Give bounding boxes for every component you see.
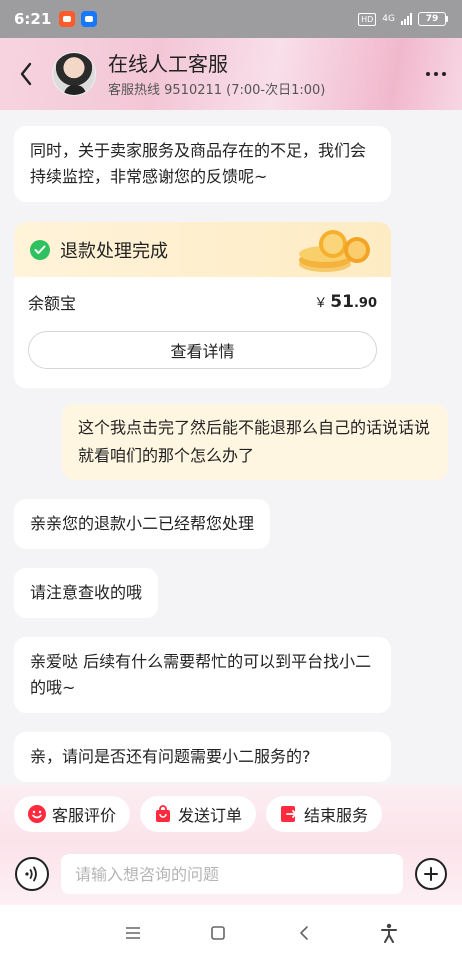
more-actions-button[interactable] bbox=[415, 858, 447, 890]
refund-method: 余额宝 bbox=[28, 294, 77, 313]
send-order-button[interactable]: 发送订单 bbox=[140, 796, 257, 832]
menu-button[interactable] bbox=[113, 913, 153, 953]
more-dot-icon bbox=[426, 72, 430, 76]
alipay-app-icon bbox=[81, 11, 98, 27]
send-order-label: 发送订单 bbox=[178, 806, 243, 825]
message-input[interactable] bbox=[61, 854, 403, 894]
hd-badge: HD bbox=[358, 12, 377, 26]
voice-input-button[interactable] bbox=[15, 857, 49, 891]
chat-header: 在线人工客服 客服热线 9510211 (7:00-次日1:00) bbox=[0, 38, 462, 110]
system-back-button[interactable] bbox=[284, 913, 324, 953]
refund-amount: ￥ 51 .90 bbox=[314, 292, 377, 312]
input-bar bbox=[0, 843, 462, 905]
agent-message: 同时，关于卖家服务及商品存在的不足，我们会持续监控，非常感谢您的反馈呢~ bbox=[14, 126, 391, 202]
more-options-button[interactable] bbox=[410, 38, 462, 110]
currency-symbol: ￥ bbox=[314, 296, 328, 311]
refund-detail-row: 余额宝 ￥ 51 .90 bbox=[14, 277, 391, 327]
status-time: 6:21 bbox=[14, 10, 52, 28]
shopping-bag-icon bbox=[154, 805, 172, 823]
refund-status-title: 退款处理完成 bbox=[60, 240, 168, 262]
voice-wave-icon bbox=[25, 866, 37, 882]
smile-icon bbox=[28, 805, 46, 823]
chevron-left-icon bbox=[20, 62, 32, 86]
accessibility-button[interactable] bbox=[369, 913, 409, 953]
refund-card-header: 退款处理完成 bbox=[14, 222, 391, 277]
amount-decimal: .90 bbox=[353, 296, 377, 311]
hotline-text: 客服热线 9510211 (7:00-次日1:00) bbox=[108, 82, 326, 98]
agent-message: 亲，请问是否还有问题需要小二服务的? bbox=[14, 732, 391, 782]
view-details-button[interactable]: 查看详情 bbox=[28, 331, 377, 369]
gold-coins-icon bbox=[299, 230, 370, 272]
user-message: 这个我点击完了然后能不能退那么自己的话说话说就看咱们的那个怎么办了 bbox=[62, 404, 448, 480]
system-nav-bar bbox=[0, 905, 462, 960]
agent-message: 请注意查收的哦 bbox=[14, 568, 159, 618]
refund-card: 退款处理完成 余额宝 ￥ 51 .90 查看详情 bbox=[14, 222, 391, 388]
plus-icon bbox=[424, 867, 438, 881]
status-bar: 6:21 HD 4G 79 bbox=[0, 0, 462, 38]
agent-message: 亲亲您的退款小二已经帮您处理 bbox=[14, 499, 271, 549]
taobao-app-icon bbox=[59, 11, 76, 27]
more-dot-icon bbox=[442, 72, 446, 76]
network-type: 4G bbox=[382, 14, 395, 24]
end-service-button[interactable]: 结束服务 bbox=[266, 796, 383, 832]
quick-actions-bar: 客服评价 发送订单 结束服务 bbox=[0, 785, 462, 843]
home-square-icon bbox=[211, 925, 226, 940]
rate-service-label: 客服评价 bbox=[52, 806, 117, 825]
agent-avatar[interactable] bbox=[52, 52, 96, 96]
exit-icon bbox=[280, 805, 298, 823]
home-button[interactable] bbox=[198, 913, 238, 953]
battery-icon: 79 bbox=[418, 12, 448, 26]
status-indicators: HD 4G 79 bbox=[358, 12, 448, 26]
battery-level: 79 bbox=[418, 12, 446, 26]
rate-service-button[interactable]: 客服评价 bbox=[14, 796, 131, 832]
signal-icon bbox=[401, 13, 412, 25]
more-dot-icon bbox=[434, 72, 438, 76]
check-circle-icon bbox=[30, 239, 50, 260]
amount-integer: 51 bbox=[330, 292, 354, 312]
back-triangle-icon bbox=[299, 925, 308, 940]
agent-message: 亲爱哒 后续有什么需要帮忙的可以到平台找小二的哦~ bbox=[14, 637, 391, 713]
page-title: 在线人工客服 bbox=[108, 51, 228, 76]
end-service-label: 结束服务 bbox=[304, 806, 369, 825]
back-button[interactable] bbox=[0, 38, 52, 110]
menu-icon bbox=[125, 926, 140, 939]
accessibility-icon bbox=[381, 923, 398, 943]
